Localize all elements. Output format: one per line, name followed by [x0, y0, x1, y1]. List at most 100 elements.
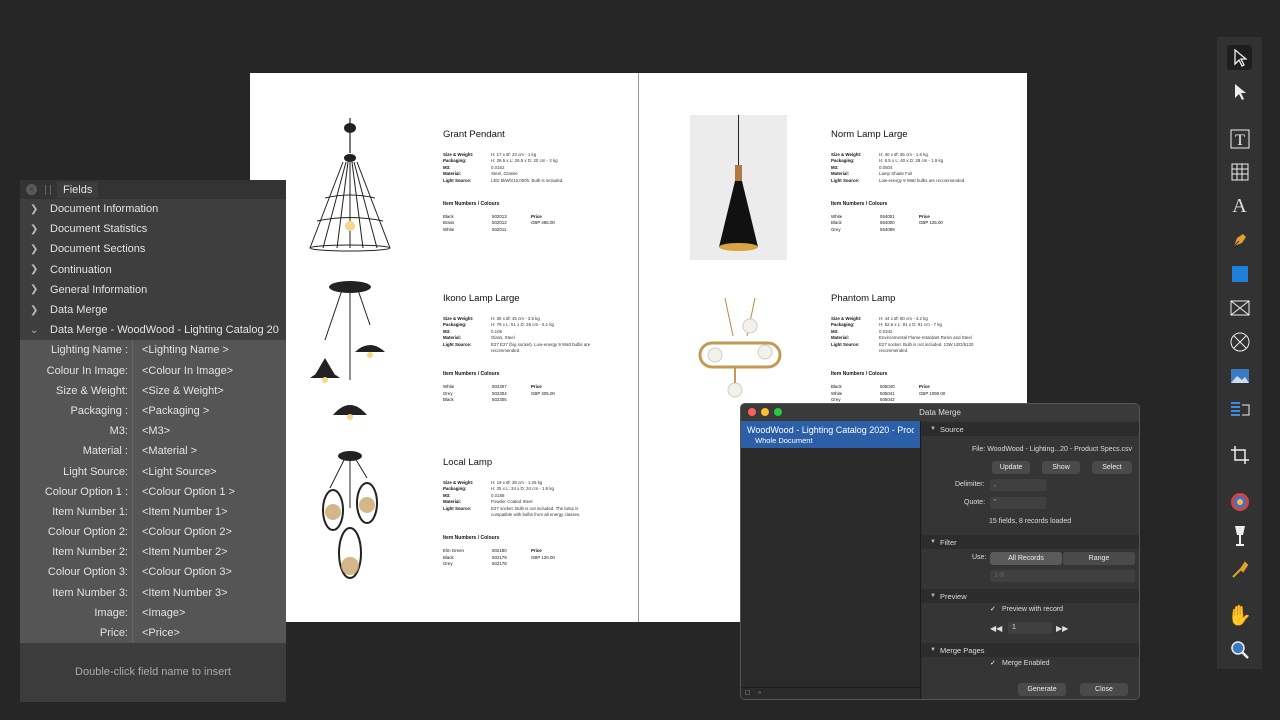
price: GBP 485.00: [531, 220, 555, 226]
tree-node-general-information[interactable]: ❯ General Information: [20, 280, 286, 300]
tree-node-document-sections[interactable]: ❯ Document Sections: [20, 239, 286, 259]
product-norm-lamp-large: Norm Lamp Large Size & Weight: H: 40 x Ø:…: [831, 129, 1031, 233]
all-records-button[interactable]: All Records: [990, 552, 1062, 565]
section-preview-header[interactable]: ▼ Preview: [922, 589, 1139, 603]
chevron-right-icon: ❯: [30, 284, 39, 296]
merge-source-list: WoodWood - Lighting Catalog 2020 - Prod …: [741, 421, 921, 699]
fields-titlebar: × Fields: [20, 180, 286, 199]
items-heading: Item Numbers / Colours: [831, 201, 888, 208]
product-specs: Size & Weight: H: 40 x Ø: 65 cm - 1.6 kg …: [831, 152, 966, 183]
tree-node-data-merge[interactable]: ❯ Data Merge: [20, 300, 286, 320]
record-number-field[interactable]: 1: [1008, 622, 1052, 634]
frame-text-tool-icon[interactable]: T: [1227, 126, 1252, 151]
product-name: Local Lamp: [443, 457, 493, 468]
field-row[interactable]: Material : <Material >: [20, 441, 286, 462]
field-row[interactable]: Colour Option 2: <Colour Option 2>: [20, 522, 286, 543]
disclosure-triangle-icon: ▼: [930, 647, 936, 653]
source-list-item[interactable]: WoodWood - Lighting Catalog 2020 - Prod …: [741, 421, 920, 448]
section-filter-header[interactable]: ▼ Filter: [922, 535, 1139, 549]
range-button[interactable]: Range: [1063, 552, 1135, 565]
field-row[interactable]: Lighting Name : <Lighting Name >: [20, 340, 286, 361]
pen-tool-icon[interactable]: [1227, 227, 1252, 252]
ellipse-frame-tool-icon[interactable]: [1227, 329, 1252, 354]
node-tool-icon[interactable]: [1227, 79, 1252, 104]
maximize-window-button[interactable]: [774, 408, 782, 416]
close-panel-icon[interactable]: ×: [26, 184, 37, 195]
norm-lamp-image[interactable]: [690, 115, 787, 260]
crop-tool-icon[interactable]: [1227, 442, 1252, 467]
tree-node-document-information[interactable]: ❯ Document Information: [20, 199, 286, 219]
price: GBP 125.00: [919, 220, 943, 226]
close-button[interactable]: Close: [1080, 683, 1128, 696]
items-table: Black White Grey 505040 505041 505042 Price G…: [831, 384, 946, 403]
section-source-header[interactable]: ▼ Source: [922, 422, 1139, 436]
field-row[interactable]: Item Number 3: <Item Number 3>: [20, 582, 286, 603]
chevron-down-icon: ⌄: [30, 324, 39, 336]
last-record-icon[interactable]: ▶▶: [1056, 624, 1068, 633]
rectangle-tool-icon[interactable]: [1227, 261, 1252, 286]
field-row[interactable]: Colour Option 1 : <Colour Option 1 >: [20, 481, 286, 502]
picture-frame-tool-icon[interactable]: [1227, 295, 1252, 320]
field-row[interactable]: Colour In Image: <Colour In Image>: [20, 360, 286, 381]
quote-field[interactable]: ": [990, 497, 1046, 509]
place-image-tool-icon[interactable]: [1227, 363, 1252, 388]
disclosure-triangle-icon: ▼: [930, 593, 936, 599]
fields-panel[interactable]: × Fields ❯ Document Information ❯ Document…: [20, 180, 286, 702]
tree-node-continuation[interactable]: ❯ Continuation: [20, 260, 286, 280]
generate-button[interactable]: Generate: [1018, 683, 1066, 696]
delimiter-field[interactable]: ,: [990, 479, 1046, 491]
delimiter-label: Delimiter:: [955, 481, 985, 488]
update-button[interactable]: Update: [992, 461, 1030, 474]
color-picker-icon[interactable]: [1227, 489, 1252, 514]
field-row[interactable]: M3: <M3>: [20, 421, 286, 442]
section-merge-pages-header[interactable]: ▼ Merge Pages: [922, 643, 1139, 657]
phantom-lamp-image[interactable]: [695, 298, 785, 413]
file-value: WoodWood - Lighting...20 - Product Specs…: [987, 446, 1133, 453]
field-row[interactable]: Item Number 2: <Item Number 2>: [20, 542, 286, 563]
disclosure-triangle-icon: ▼: [930, 539, 936, 545]
transparency-tool-icon[interactable]: [1227, 557, 1252, 582]
grant-pendant-image[interactable]: [305, 118, 395, 253]
delete-source-icon[interactable]: ▫: [758, 688, 761, 697]
ikono-lamp-image[interactable]: [305, 280, 395, 420]
vector-crop-tool-icon[interactable]: [1227, 397, 1252, 422]
tab-fields[interactable]: Fields: [57, 181, 99, 198]
close-window-button[interactable]: [748, 408, 756, 416]
zoom-tool-icon[interactable]: [1227, 637, 1252, 662]
list-footer: □ ▫: [741, 687, 920, 699]
field-row[interactable]: Image: <Image>: [20, 602, 286, 623]
product-name: Grant Pendant: [443, 129, 505, 140]
field-row[interactable]: Packaging : <Packaging >: [20, 400, 286, 422]
fields-hint: Double-click field name to insert: [75, 666, 231, 678]
drag-handle-icon[interactable]: [45, 184, 51, 195]
checkmark-icon[interactable]: ✓: [990, 606, 998, 614]
field-row[interactable]: Item Number 1: <Item Number 1>: [20, 501, 286, 522]
tree-node-data-merge-woodwood[interactable]: ⌄ Data Merge - WoodWood - Lighting Catalo…: [20, 320, 286, 340]
move-tool-icon[interactable]: [1227, 45, 1252, 70]
hand-tool-icon[interactable]: ✋: [1227, 603, 1252, 628]
fields-tree: ❯ Document Information ❯ Document Statisti…: [20, 199, 286, 341]
range-field[interactable]: 1-8: [990, 570, 1135, 582]
field-row[interactable]: Colour Option 3: <Colour Option 3>: [20, 562, 286, 583]
fill-tool-icon[interactable]: [1227, 523, 1252, 548]
product-name: Ikono Lamp Large: [443, 293, 520, 304]
tools-panel: T A ✋: [1217, 37, 1262, 669]
field-row[interactable]: Size & Weight: <Size & Weight>: [20, 380, 286, 401]
tree-node-document-statistics[interactable]: ❯ Document Statistics: [20, 219, 286, 239]
first-record-icon[interactable]: ◀◀: [990, 624, 1002, 633]
field-row[interactable]: Price: <Price>: [20, 622, 286, 644]
add-source-icon[interactable]: □: [745, 688, 750, 697]
local-lamp-image[interactable]: [315, 448, 385, 583]
field-row[interactable]: Light Source: <Light Source>: [20, 461, 286, 482]
data-merge-dialog[interactable]: Data Merge WoodWood - Lighting Catalog 2…: [740, 403, 1140, 700]
show-button[interactable]: Show: [1042, 461, 1080, 474]
checkmark-icon[interactable]: ✓: [990, 660, 998, 668]
minimize-window-button[interactable]: [761, 408, 769, 416]
items-table: Black Brass White 502013 502012 502011 Price…: [443, 214, 555, 232]
artistic-text-tool-icon[interactable]: A: [1227, 194, 1252, 219]
items-heading: Item Numbers / Colours: [831, 371, 888, 378]
chevron-right-icon: ❯: [30, 223, 39, 235]
product-specs: Size & Weight: H: 19 x Ø: 28 cm - 1.25 kg…: [443, 480, 581, 518]
select-button[interactable]: Select: [1092, 461, 1132, 474]
table-tool-icon[interactable]: [1227, 159, 1252, 184]
